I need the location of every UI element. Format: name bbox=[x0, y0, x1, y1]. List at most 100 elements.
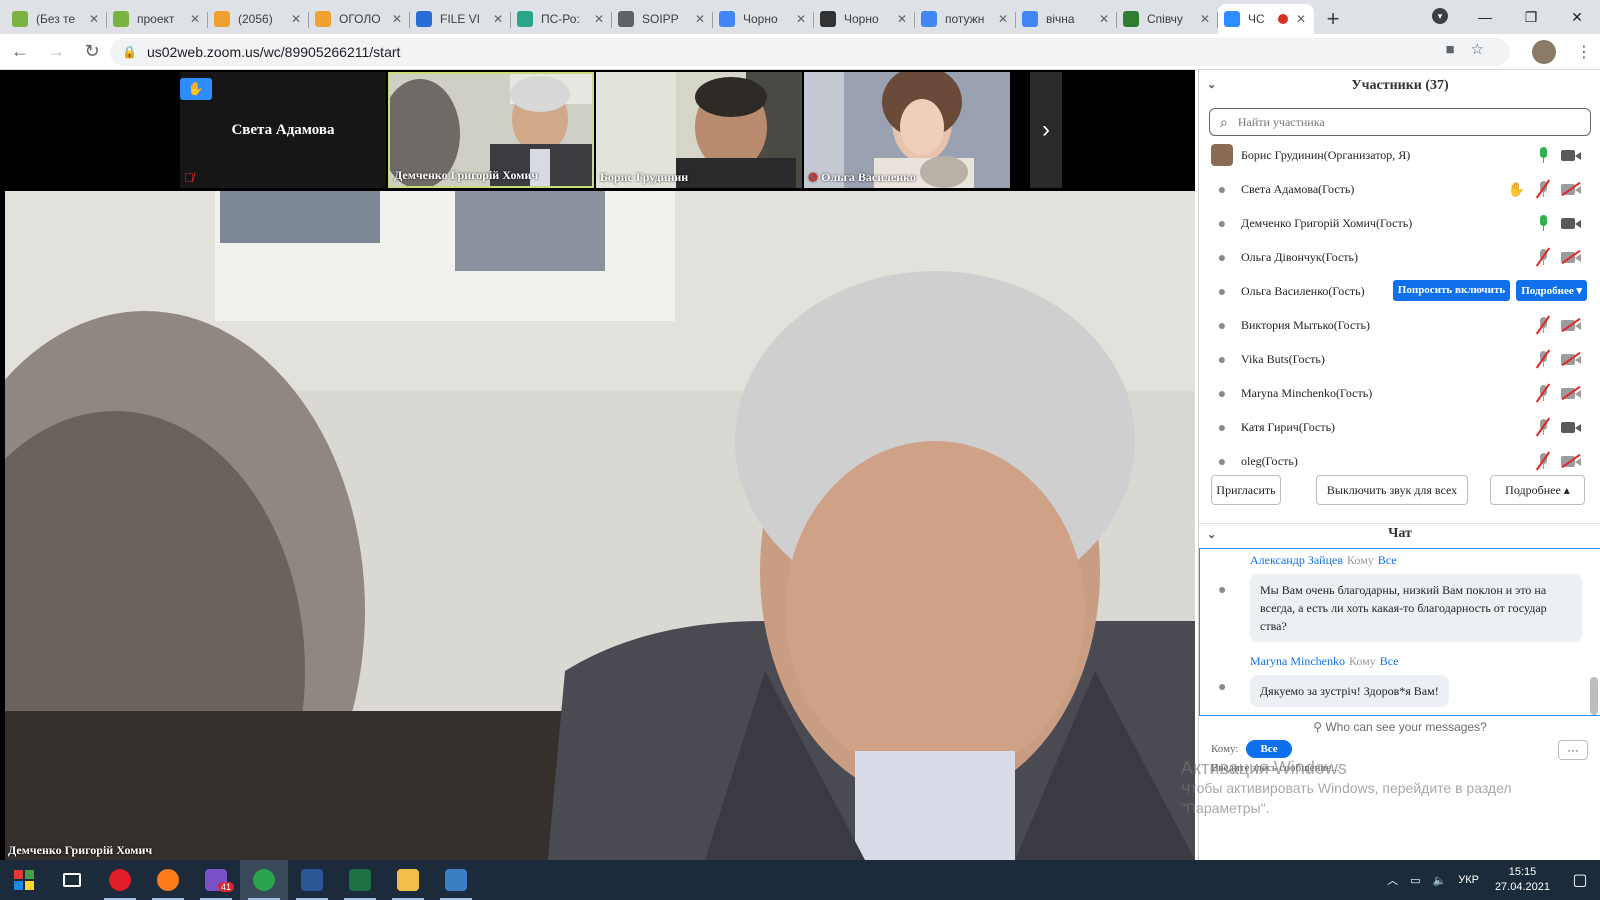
microphone-icon[interactable] bbox=[1535, 146, 1551, 164]
camera-off-icon[interactable] bbox=[1561, 182, 1581, 196]
camera-blocked-icon[interactable]: ■ bbox=[1445, 41, 1454, 58]
close-window-button[interactable]: ✕ bbox=[1554, 9, 1600, 26]
close-tab-icon[interactable]: ✕ bbox=[996, 12, 1010, 26]
microphone-muted-icon[interactable] bbox=[1535, 180, 1551, 198]
thumbnail-olga-vasylenko[interactable]: ⊘ Ольга Василенко bbox=[804, 72, 1010, 188]
participant-row[interactable]: ● oleg(Гость) bbox=[1199, 444, 1600, 478]
camera-off-icon[interactable] bbox=[1561, 318, 1581, 332]
participant-more-button[interactable]: Подробнее ▾ bbox=[1516, 280, 1587, 301]
thumbnail-demchenko[interactable]: Демченко Григорій Хомич bbox=[388, 72, 594, 188]
tray-chevron-icon[interactable]: ︿ bbox=[1387, 872, 1398, 888]
participant-row[interactable]: ● Виктория Мытько(Гость) bbox=[1199, 308, 1600, 342]
chat-more-button[interactable]: ··· bbox=[1558, 740, 1588, 760]
taskbar-app[interactable] bbox=[384, 860, 432, 900]
next-page-chevron-icon[interactable]: › bbox=[1030, 72, 1062, 188]
network-icon[interactable]: ▭ bbox=[1410, 874, 1420, 887]
participant-row[interactable]: ● Света Адамова(Гость) ✋ bbox=[1199, 172, 1600, 206]
camera-off-icon[interactable] bbox=[1561, 352, 1581, 366]
back-icon[interactable]: ← bbox=[4, 36, 36, 68]
tab-search-icon[interactable]: ▾ bbox=[1432, 8, 1448, 24]
participant-row[interactable]: ● Ольга Василенко(Гость) Попросить включит… bbox=[1199, 274, 1600, 308]
camera-off-icon[interactable] bbox=[1561, 454, 1581, 468]
address-bar[interactable]: 🔒 us02web.zoom.us/wc/89905266211/start ■… bbox=[110, 38, 1510, 66]
camera-icon[interactable] bbox=[1561, 148, 1581, 162]
volume-icon[interactable]: 🔈 bbox=[1433, 874, 1447, 887]
close-tab-icon[interactable]: ✕ bbox=[592, 12, 606, 26]
browser-tab[interactable]: проект ✕ bbox=[107, 4, 208, 34]
forward-icon[interactable]: → bbox=[40, 36, 72, 68]
new-tab-button[interactable]: + bbox=[1318, 4, 1348, 34]
collapse-chevron-icon[interactable]: ⌄ bbox=[1207, 528, 1216, 541]
chat-input[interactable]: Введите здесь сообщение... bbox=[1211, 762, 1339, 774]
taskbar-app[interactable] bbox=[432, 860, 480, 900]
who-can-see-link[interactable]: ⚲ Who can see your messages? bbox=[1199, 720, 1600, 734]
profile-avatar[interactable] bbox=[1532, 40, 1556, 64]
browser-tab[interactable]: ПС-Ро: ✕ bbox=[511, 4, 612, 34]
microphone-muted-icon[interactable] bbox=[1535, 316, 1551, 334]
thumbnail-boris-grudinin[interactable]: Борис Грудинин bbox=[596, 72, 802, 188]
participant-row[interactable]: ● Ольга Дівончук(Гость) bbox=[1199, 240, 1600, 274]
browser-tab[interactable]: SOIPP ✕ bbox=[612, 4, 713, 34]
close-tab-icon[interactable]: ✕ bbox=[1294, 12, 1308, 26]
participant-row[interactable]: ● Демченко Григорій Хомич(Гость) bbox=[1199, 206, 1600, 240]
taskbar-app[interactable]: 41 bbox=[192, 860, 240, 900]
camera-off-icon[interactable] bbox=[1561, 386, 1581, 400]
close-tab-icon[interactable]: ✕ bbox=[289, 12, 303, 26]
close-tab-icon[interactable]: ✕ bbox=[390, 12, 404, 26]
participant-search-input[interactable] bbox=[1237, 114, 1568, 130]
chat-scrollbar[interactable] bbox=[1590, 677, 1598, 715]
close-tab-icon[interactable]: ✕ bbox=[895, 12, 909, 26]
chat-messages[interactable]: Александр Зайцев Кому Все ● Мы Вам очень б… bbox=[1199, 548, 1600, 716]
browser-tab[interactable]: ЧС ✕ bbox=[1218, 4, 1314, 34]
taskbar-app[interactable] bbox=[336, 860, 384, 900]
participants-more-button[interactable]: Подробнее ▴ bbox=[1490, 475, 1585, 505]
reload-icon[interactable]: ↻ bbox=[76, 36, 108, 68]
minimize-button[interactable]: — bbox=[1462, 9, 1508, 25]
browser-tab[interactable]: Чорно ✕ bbox=[814, 4, 915, 34]
taskbar-app[interactable] bbox=[288, 860, 336, 900]
microphone-muted-icon[interactable] bbox=[1535, 384, 1551, 402]
close-tab-icon[interactable]: ✕ bbox=[188, 12, 202, 26]
microphone-muted-icon[interactable] bbox=[1535, 350, 1551, 368]
taskbar-app[interactable] bbox=[0, 860, 48, 900]
close-tab-icon[interactable]: ✕ bbox=[491, 12, 505, 26]
participant-row[interactable]: ● Vika Buts(Гость) bbox=[1199, 342, 1600, 376]
bookmark-star-icon[interactable]: ☆ bbox=[1471, 40, 1484, 58]
taskbar-app[interactable] bbox=[48, 860, 96, 900]
participant-row[interactable]: Борис Грудинин(Организатор, Я) bbox=[1199, 138, 1600, 172]
maximize-button[interactable]: ❐ bbox=[1508, 9, 1554, 26]
participant-row[interactable]: ● Катя Гирич(Гость) bbox=[1199, 410, 1600, 444]
participant-row[interactable]: ● Maryna Minchenko(Гость) bbox=[1199, 376, 1600, 410]
browser-tab[interactable]: Чорно ✕ bbox=[713, 4, 814, 34]
browser-menu-icon[interactable]: ⋮ bbox=[1576, 42, 1592, 62]
browser-tab[interactable]: вічна ✕ bbox=[1016, 4, 1117, 34]
browser-tab[interactable]: (2056) ✕ bbox=[208, 4, 309, 34]
thumbnail-sveta-adamova[interactable]: ✋ Света Адамова 🎙̸ bbox=[180, 72, 386, 188]
microphone-icon[interactable] bbox=[1535, 214, 1551, 232]
invite-button[interactable]: Пригласить bbox=[1211, 475, 1281, 505]
notification-icon[interactable]: ▢ bbox=[1560, 870, 1600, 890]
chat-recipient-dropdown[interactable]: Все bbox=[1246, 740, 1292, 758]
microphone-muted-icon[interactable] bbox=[1535, 248, 1551, 266]
browser-tab[interactable]: (Без те ✕ bbox=[6, 4, 107, 34]
close-tab-icon[interactable]: ✕ bbox=[1198, 12, 1212, 26]
close-tab-icon[interactable]: ✕ bbox=[87, 12, 101, 26]
close-tab-icon[interactable]: ✕ bbox=[794, 12, 808, 26]
taskbar-app[interactable] bbox=[144, 860, 192, 900]
camera-icon[interactable] bbox=[1561, 216, 1581, 230]
microphone-muted-icon[interactable] bbox=[1535, 418, 1551, 436]
close-tab-icon[interactable]: ✕ bbox=[1097, 12, 1111, 26]
browser-tab[interactable]: FILE VI ✕ bbox=[410, 4, 511, 34]
clock[interactable]: 15:15 27.04.2021 bbox=[1495, 865, 1550, 895]
browser-tab[interactable]: Співчу ✕ bbox=[1117, 4, 1218, 34]
camera-icon[interactable] bbox=[1561, 420, 1581, 434]
collapse-chevron-icon[interactable]: ⌄ bbox=[1207, 78, 1216, 91]
browser-tab[interactable]: потужн ✕ bbox=[915, 4, 1016, 34]
browser-tab[interactable]: ОГОЛО ✕ bbox=[309, 4, 410, 34]
ask-to-unmute-button[interactable]: Попросить включить bbox=[1392, 280, 1511, 301]
taskbar-app[interactable] bbox=[96, 860, 144, 900]
mute-all-button[interactable]: Выключить звук для всех bbox=[1316, 475, 1468, 505]
taskbar-app[interactable] bbox=[240, 860, 288, 900]
camera-off-icon[interactable] bbox=[1561, 250, 1581, 264]
language-indicator[interactable]: УКР bbox=[1458, 874, 1479, 886]
